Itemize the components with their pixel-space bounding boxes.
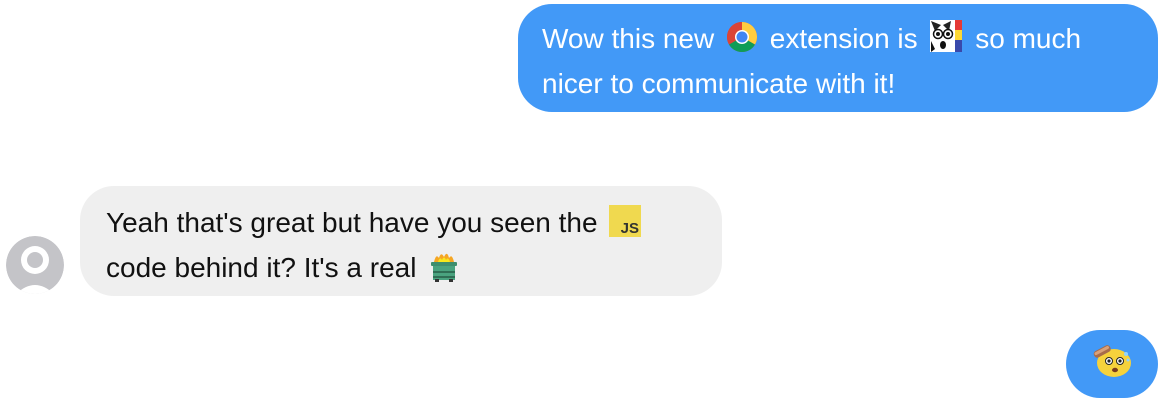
avatar[interactable]	[6, 236, 64, 294]
user-silhouette-icon	[6, 236, 64, 294]
javascript-logo-text: JS	[621, 220, 639, 237]
message-text: Yeah that's great but have you seen the	[106, 207, 598, 238]
message-text: extension is	[769, 23, 918, 54]
message-line: code behind it? It's a real	[106, 248, 702, 293]
message-line: Yeah that's great but have you seen the …	[106, 203, 702, 248]
received-message-bubble[interactable]: Yeah that's great but have you seen the …	[80, 186, 722, 296]
sent-message-bubble[interactable]: Wow this new extension is so much nicer …	[518, 4, 1158, 112]
message-text: so much	[975, 23, 1082, 54]
chrome-logo-icon	[726, 21, 758, 64]
sent-emoji-message-bubble[interactable]	[1066, 330, 1158, 398]
dumpster-fire-emoji	[428, 250, 460, 293]
surprised-face-emoji	[1090, 339, 1134, 390]
message-line: nicer to communicate with it!	[542, 64, 1138, 104]
message-text: code behind it? It's a real	[106, 252, 417, 283]
javascript-logo-icon: JS	[609, 205, 642, 248]
manga-face-emoji	[929, 19, 963, 64]
message-text: Wow this new	[542, 23, 715, 54]
message-line: Wow this new extension is so much	[542, 19, 1138, 64]
chat-thread: Wow this new extension is so much nicer …	[0, 0, 1162, 408]
message-text: nicer to communicate with it!	[542, 68, 896, 99]
